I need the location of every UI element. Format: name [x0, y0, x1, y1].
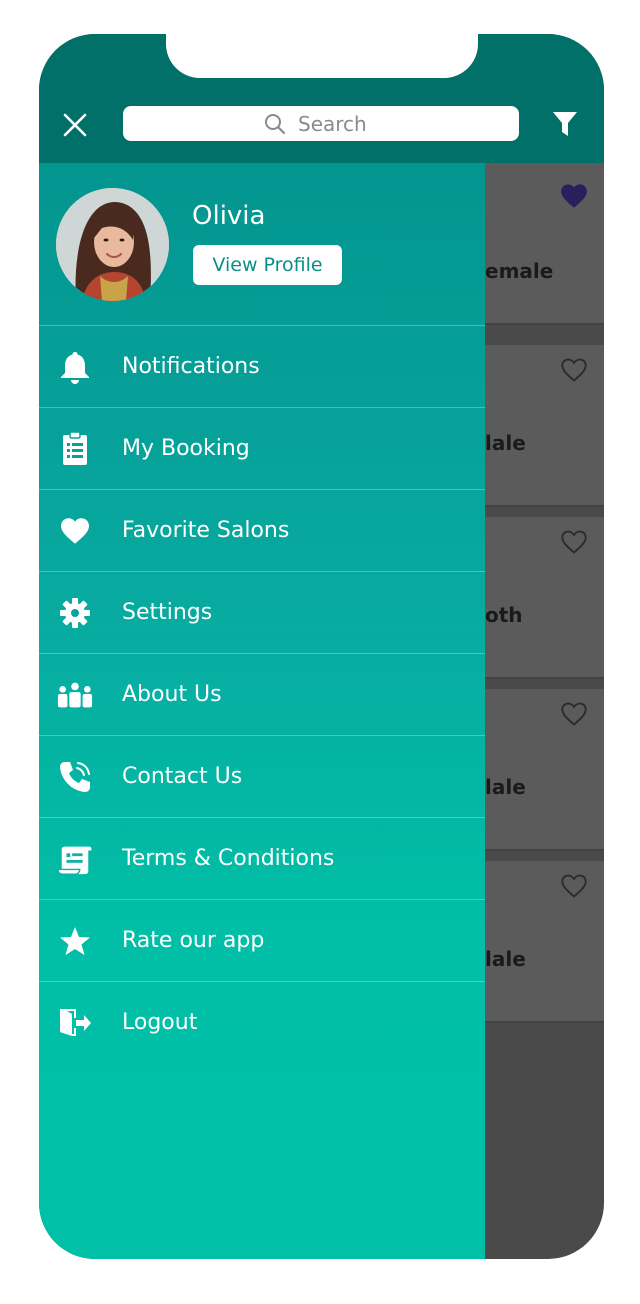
gear-icon [57, 595, 93, 631]
view-profile-button[interactable]: View Profile [193, 245, 342, 285]
menu-item-about-us[interactable]: About Us [39, 654, 485, 736]
top-bar [39, 34, 604, 163]
menu-item-label: Favorite Salons [122, 518, 290, 543]
menu-item-label: Contact Us [122, 764, 243, 789]
search-input[interactable] [298, 111, 378, 136]
people-icon [57, 677, 93, 713]
menu-item-label: Notifications [122, 354, 260, 379]
menu-item-terms-conditions[interactable]: Terms & Conditions [39, 818, 485, 900]
clipboard-icon [57, 431, 93, 467]
navigation-drawer: Olivia View Profile Notifications My Boo… [39, 163, 485, 1259]
filter-icon[interactable] [552, 110, 578, 138]
heart-outline-icon[interactable] [560, 701, 588, 727]
menu-item-rate-app[interactable]: Rate our app [39, 900, 485, 982]
device-notch [166, 34, 478, 78]
salon-gender: oth [485, 603, 523, 627]
heart-outline-icon[interactable] [560, 357, 588, 383]
salon-gender: lale [485, 947, 526, 971]
phone-icon [57, 759, 93, 795]
heart-icon [57, 513, 93, 549]
menu-item-settings[interactable]: Settings [39, 572, 485, 654]
user-name: Olivia [192, 201, 266, 231]
salon-gender: emale [485, 259, 554, 283]
document-icon [57, 841, 93, 877]
menu-item-label: Rate our app [122, 928, 265, 953]
menu-item-label: Logout [122, 1010, 198, 1035]
close-icon[interactable] [59, 109, 91, 141]
logout-icon [57, 1005, 93, 1041]
search-bar[interactable] [123, 106, 519, 141]
search-icon [265, 113, 286, 134]
menu-item-logout[interactable]: Logout [39, 982, 485, 1063]
profile-header: Olivia View Profile [39, 163, 485, 326]
menu-item-label: Settings [122, 600, 213, 625]
salon-gender: lale [485, 775, 526, 799]
menu-item-label: My Booking [122, 436, 250, 461]
bell-icon [57, 349, 93, 385]
menu-item-label: About Us [122, 682, 222, 707]
menu-item-favorite-salons[interactable]: Favorite Salons [39, 490, 485, 572]
salon-gender: lale [485, 431, 526, 455]
star-icon [57, 923, 93, 959]
avatar[interactable] [56, 188, 169, 301]
menu-item-my-booking[interactable]: My Booking [39, 408, 485, 490]
heart-outline-icon[interactable] [560, 529, 588, 555]
menu-item-notifications[interactable]: Notifications [39, 326, 485, 408]
phone-screen: emale lale oth lale lale Search Olivia V… [39, 34, 604, 1259]
menu-item-label: Terms & Conditions [122, 846, 335, 871]
drawer-menu: Notifications My Booking Favorite Salons… [39, 326, 485, 1063]
heart-outline-icon[interactable] [560, 873, 588, 899]
menu-item-contact-us[interactable]: Contact Us [39, 736, 485, 818]
heart-filled-icon[interactable] [560, 183, 588, 209]
